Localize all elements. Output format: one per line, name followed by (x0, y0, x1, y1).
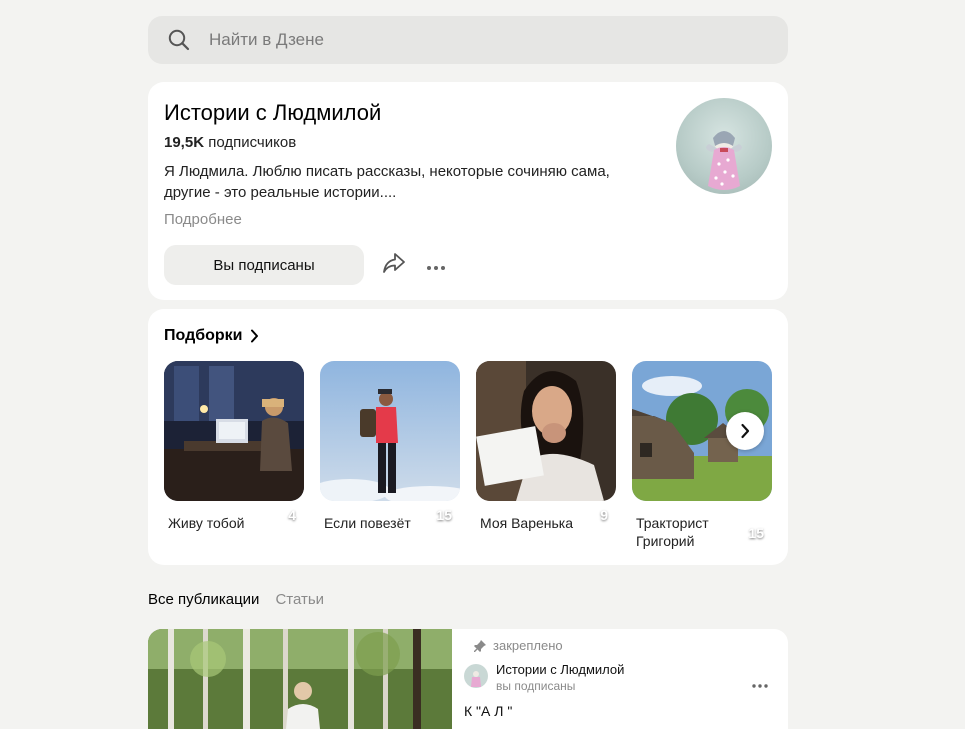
collection-tile[interactable]: 15 Если повезёт (320, 361, 460, 532)
post-options-button[interactable] (752, 675, 768, 693)
collection-tile[interactable]: 9 Моя Варенька (476, 361, 616, 532)
collections-card: Подборки 4 Живу тобой 15 Если повезёт 9 … (148, 309, 788, 565)
subscription-status: вы подписаны (496, 679, 576, 693)
stack-icon (583, 508, 597, 522)
collection-count: 15 (731, 525, 764, 541)
channel-description: Я Людмила. Люблю писать рассказы, некото… (164, 163, 610, 201)
doll-illustration (705, 131, 743, 190)
collections-title[interactable]: Подборки (164, 327, 259, 345)
collection-count: 15 (419, 507, 452, 523)
post-title: К "А Л " (464, 703, 513, 719)
channel-title: Истории с Людмилой (164, 100, 382, 125)
search-bar[interactable] (148, 16, 788, 64)
collection-tile[interactable]: 15 Тракторист Григорий (632, 361, 772, 550)
pinned-post-card[interactable]: закреплено Истории с Людмилой вы подписа… (148, 629, 788, 729)
dots-icon (752, 684, 768, 688)
pinned-indicator: закреплено (474, 638, 563, 653)
search-input[interactable] (207, 29, 731, 51)
author-name[interactable]: Истории с Людмилой (496, 662, 624, 677)
collection-image-woman-letter (476, 361, 616, 501)
subscribers-count: 19,5K подписчиков (164, 134, 297, 151)
publication-tabs: Все публикации Статьи (148, 591, 340, 608)
collection-image-hiker (320, 361, 460, 501)
chevron-right-icon (741, 423, 750, 439)
share-icon (383, 253, 405, 273)
more-options-button[interactable] (426, 258, 446, 276)
author-avatar[interactable] (464, 664, 488, 688)
collection-count: 4 (271, 507, 296, 523)
more-link[interactable]: Подробнее (164, 211, 242, 228)
pin-icon (474, 639, 486, 652)
tab-all-publications[interactable]: Все публикации (148, 591, 259, 608)
collection-count: 9 (583, 507, 608, 523)
collection-image-night-office (164, 361, 304, 501)
chevron-right-icon (250, 329, 258, 343)
channel-avatar[interactable] (676, 98, 772, 194)
tab-articles[interactable]: Статьи (275, 591, 324, 608)
stack-icon (731, 526, 745, 540)
channel-card: Истории с Людмилой 19,5K подписчиков Я Л… (148, 82, 788, 300)
stack-icon (419, 508, 433, 522)
collection-tile[interactable]: 4 Живу тобой (164, 361, 304, 532)
stack-icon (271, 508, 285, 522)
post-image-forest (148, 629, 452, 729)
search-icon (168, 29, 190, 51)
share-button[interactable] (382, 252, 406, 279)
carousel-next-button[interactable] (726, 412, 764, 450)
dots-icon (427, 266, 445, 270)
subscribed-button[interactable]: Вы подписаны (164, 245, 364, 285)
